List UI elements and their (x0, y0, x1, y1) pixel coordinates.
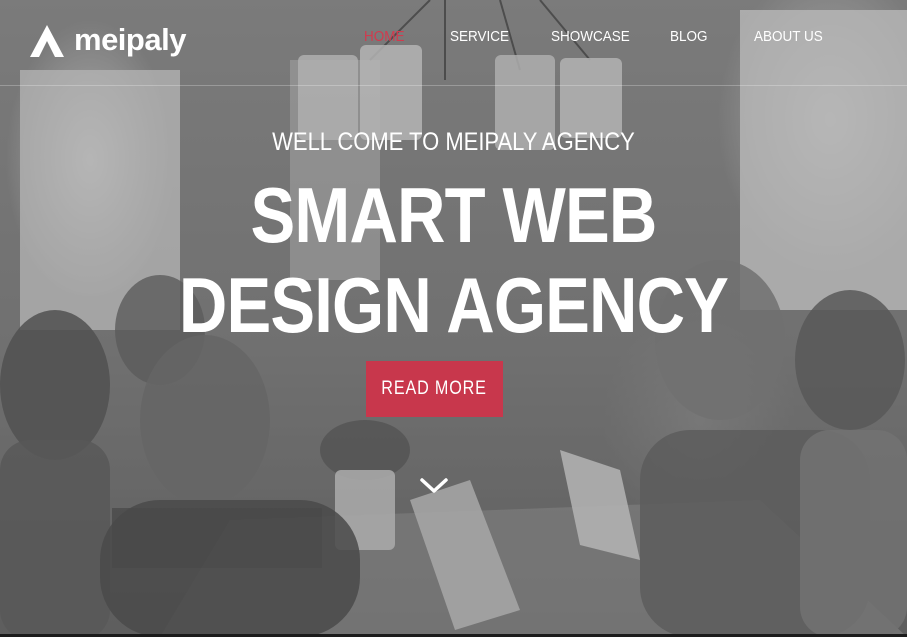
nav-item-home[interactable]: HOME (364, 28, 441, 45)
hero-headline: SMART WEB DESIGN AGENCY (63, 170, 843, 350)
chevron-down-icon[interactable] (419, 475, 449, 497)
triangle-logo-icon (30, 25, 64, 57)
nav-item-about-us[interactable]: ABOUT US (754, 28, 844, 45)
brand-name: meipaly (74, 22, 186, 57)
nav-item-showcase[interactable]: SHOWCASE (551, 28, 658, 45)
nav-item-blog[interactable]: BLOG (670, 28, 746, 45)
hero-headline-line-1: SMART WEB (250, 171, 658, 259)
read-more-label: READ MORE (381, 378, 488, 399)
site-header: meipaly HOME SERVICE SHOWCASE BLOG ABOUT… (0, 0, 907, 86)
hero-tagline: WELL COME TO MEIPALY AGENCY (272, 128, 635, 156)
read-more-button[interactable]: READ MORE (366, 361, 503, 417)
nav-item-service[interactable]: SERVICE (450, 28, 541, 45)
brand-logo[interactable]: meipaly (28, 20, 186, 60)
hero-headline-line-2: DESIGN AGENCY (178, 261, 729, 349)
main-nav: HOME SERVICE SHOWCASE BLOG ABOUT US (364, 28, 854, 45)
